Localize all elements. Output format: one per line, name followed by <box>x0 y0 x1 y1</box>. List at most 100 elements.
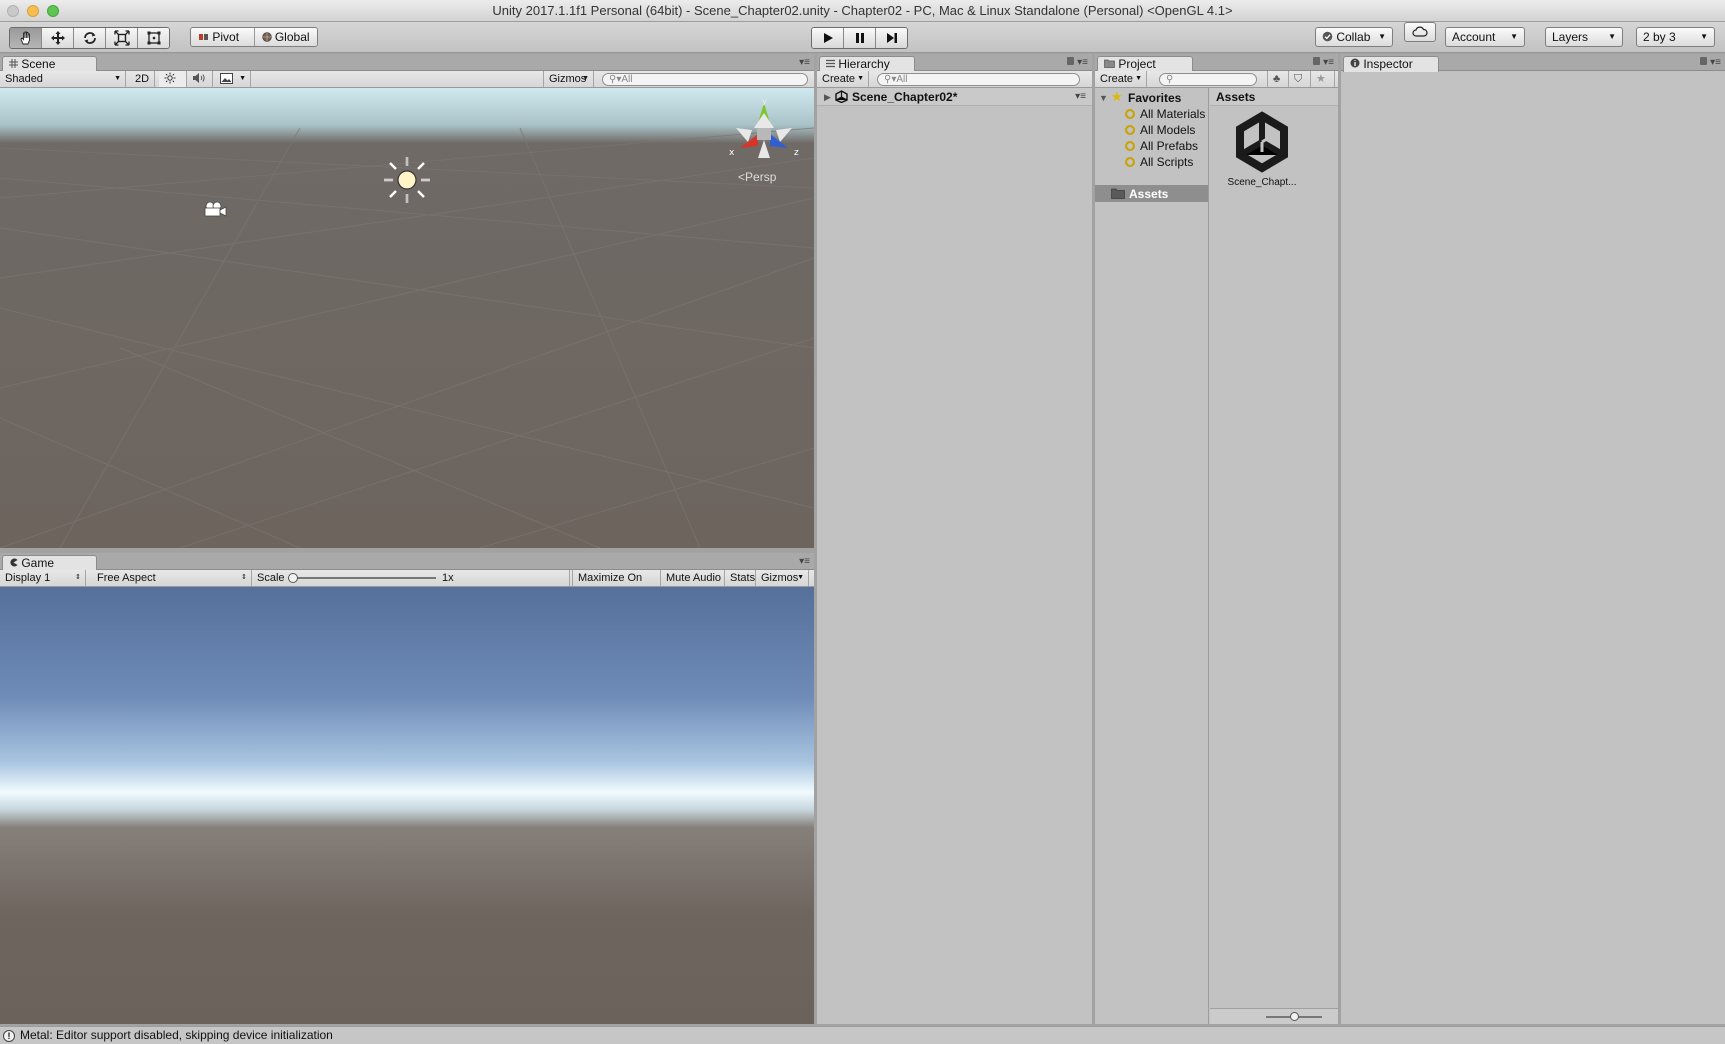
display-dropdown[interactable]: Display 1 ⇕ <box>0 570 86 586</box>
game-viewport[interactable] <box>0 587 814 1024</box>
panel-menu-icon[interactable]: ▾≡ <box>799 556 810 567</box>
scale-label: Scale <box>257 572 285 584</box>
panel-menu-icon[interactable]: ▾≡ <box>1323 57 1334 68</box>
icon-size-slider[interactable] <box>1266 1012 1322 1021</box>
hierarchy-create-dropdown[interactable]: Create ▼ <box>817 71 869 87</box>
tab-game[interactable]: Game <box>2 555 97 571</box>
grid-icon <box>9 59 18 68</box>
pivot-button[interactable]: Pivot <box>191 28 255 46</box>
status-bar[interactable]: ! Metal: Editor support disabled, skippi… <box>0 1026 1725 1044</box>
panel-menu-icon[interactable]: ▾≡ <box>799 57 810 68</box>
window-minimize-button[interactable] <box>27 5 39 17</box>
scene-viewport[interactable]: y x z <Persp <box>0 88 814 548</box>
scene-audio-toggle[interactable] <box>187 71 213 87</box>
warning-icon: ! <box>3 1030 15 1042</box>
window-close-button[interactable] <box>7 5 19 17</box>
maximize-on-play-toggle[interactable]: Maximize On Play <box>572 570 661 600</box>
account-label: Account <box>1452 30 1496 44</box>
chevron-down-icon: ▼ <box>1700 32 1708 41</box>
status-message: Metal: Editor support disabled, skipping… <box>20 1028 333 1042</box>
mode-2d-toggle[interactable]: 2D <box>130 71 155 87</box>
aspect-dropdown[interactable]: Free Aspect ⇕ <box>92 570 252 586</box>
scene-gizmos-dropdown[interactable]: Gizmos ▼ <box>543 71 594 87</box>
orientation-gizmo[interactable]: y x z <box>724 98 804 168</box>
move-tool-button[interactable] <box>42 28 74 48</box>
global-button[interactable]: Global <box>254 28 317 46</box>
favorite-item[interactable]: All Materials <box>1125 106 1205 122</box>
collab-dropdown[interactable]: Collab ▼ <box>1315 27 1393 47</box>
window-maximize-button[interactable] <box>47 5 59 17</box>
tab-scene[interactable]: Scene <box>2 56 97 72</box>
tag-icon: ⛉ <box>1294 73 1303 85</box>
rotate-icon <box>83 32 96 44</box>
lock-icon[interactable] <box>1313 57 1320 65</box>
list-icon <box>826 59 835 68</box>
hand-tool-button[interactable] <box>10 28 42 48</box>
filter-by-label-button[interactable]: ⛉ <box>1289 71 1311 87</box>
stats-toggle[interactable]: Stats <box>725 570 756 586</box>
game-toolbar: Display 1 ⇕ Free Aspect ⇕ Scale 1x Maxim… <box>0 570 814 600</box>
cloud-icon <box>1412 26 1428 37</box>
rect-tool-button[interactable] <box>138 28 169 48</box>
scale-slider[interactable] <box>288 573 436 583</box>
account-dropdown[interactable]: Account ▼ <box>1445 27 1525 47</box>
projection-toggle[interactable]: <Persp <box>738 170 776 184</box>
game-gizmos-dropdown[interactable]: Gizmos ▼ <box>756 570 809 586</box>
lock-icon[interactable] <box>1067 57 1074 65</box>
rotate-tool-button[interactable] <box>74 28 106 48</box>
project-create-dropdown[interactable]: Create ▼ <box>1095 71 1147 87</box>
scale-slider-thumb[interactable] <box>288 573 298 583</box>
scene-tab-label: Scene <box>21 57 56 71</box>
asset-label: Scene_Chapt... <box>1227 177 1297 188</box>
chevron-down-icon: ▼ <box>857 75 864 82</box>
project-search-input[interactable]: ⚲ <box>1159 73 1257 86</box>
scale-control: Scale 1x <box>252 570 570 586</box>
asset-item[interactable]: Scene_Chapt... <box>1216 110 1308 190</box>
hand-icon <box>19 31 30 45</box>
lock-icon[interactable] <box>1700 57 1707 65</box>
hierarchy-tab-label: Hierarchy <box>838 57 890 71</box>
search-icon <box>1125 125 1135 135</box>
expand-arrow-icon[interactable]: ▶ <box>824 89 831 105</box>
chevron-down-icon: ▼ <box>1510 32 1518 41</box>
chevron-down-icon: ▼ <box>1135 75 1142 82</box>
hierarchy-search-placeholder: All <box>896 74 908 85</box>
favorite-item[interactable]: All Models <box>1125 122 1195 138</box>
pause-button[interactable] <box>844 28 876 48</box>
cloud-button[interactable] <box>1404 22 1436 42</box>
mute-audio-toggle[interactable]: Mute Audio <box>661 570 725 586</box>
scene-effects-dropdown[interactable]: ▼ <box>215 71 251 87</box>
panel-menu-icon[interactable]: ▾≡ <box>1077 57 1088 68</box>
layers-dropdown[interactable]: Layers ▼ <box>1545 27 1623 47</box>
filter-by-type-button[interactable]: ♣ <box>1267 71 1289 87</box>
favorite-item[interactable]: All Prefabs <box>1125 138 1198 154</box>
game-panel: Game ▾≡ Display 1 ⇕ Free Aspect ⇕ Scale … <box>0 553 814 1024</box>
shading-mode-dropdown[interactable]: Shaded ▼ <box>0 71 126 87</box>
hierarchy-scene-row[interactable]: ▶ Scene_Chapter02* ▾≡ <box>817 88 1092 106</box>
image-icon <box>220 73 233 84</box>
game-gizmos-label: Gizmos <box>761 572 799 584</box>
assets-breadcrumb: Assets <box>1210 88 1338 106</box>
hierarchy-panel: Hierarchy ▾≡ Create ▼ ⚲▾All ▶ Scene_Chap… <box>817 54 1092 1024</box>
save-search-button[interactable]: ★ <box>1311 71 1335 87</box>
chevron-down-icon: ▼ <box>582 75 589 82</box>
pivot-label: Pivot <box>212 30 240 44</box>
shading-mode-label: Shaded <box>5 73 43 85</box>
icon-size-slider-thumb[interactable] <box>1289 1012 1299 1021</box>
play-button[interactable] <box>812 28 844 48</box>
expand-arrow-icon[interactable]: ▼ <box>1099 90 1108 106</box>
assets-folder-row[interactable]: Assets <box>1095 185 1208 202</box>
scale-tool-button[interactable] <box>106 28 138 48</box>
layout-dropdown[interactable]: 2 by 3 ▼ <box>1636 27 1715 47</box>
panel-menu-icon[interactable]: ▾≡ <box>1710 57 1721 68</box>
row-menu-icon[interactable]: ▾≡ <box>1075 89 1086 105</box>
tab-project[interactable]: Project <box>1097 56 1193 72</box>
hierarchy-search-input[interactable]: ⚲▾All <box>877 73 1080 86</box>
assets-folder-label: Assets <box>1129 187 1169 201</box>
step-button[interactable] <box>876 28 907 48</box>
scene-search-input[interactable]: ⚲▾All <box>602 73 808 86</box>
scene-lighting-toggle[interactable] <box>159 71 187 87</box>
tab-hierarchy[interactable]: Hierarchy <box>819 56 915 72</box>
tab-inspector[interactable]: Inspector <box>1343 56 1439 72</box>
favorite-item[interactable]: All Scripts <box>1125 154 1193 170</box>
